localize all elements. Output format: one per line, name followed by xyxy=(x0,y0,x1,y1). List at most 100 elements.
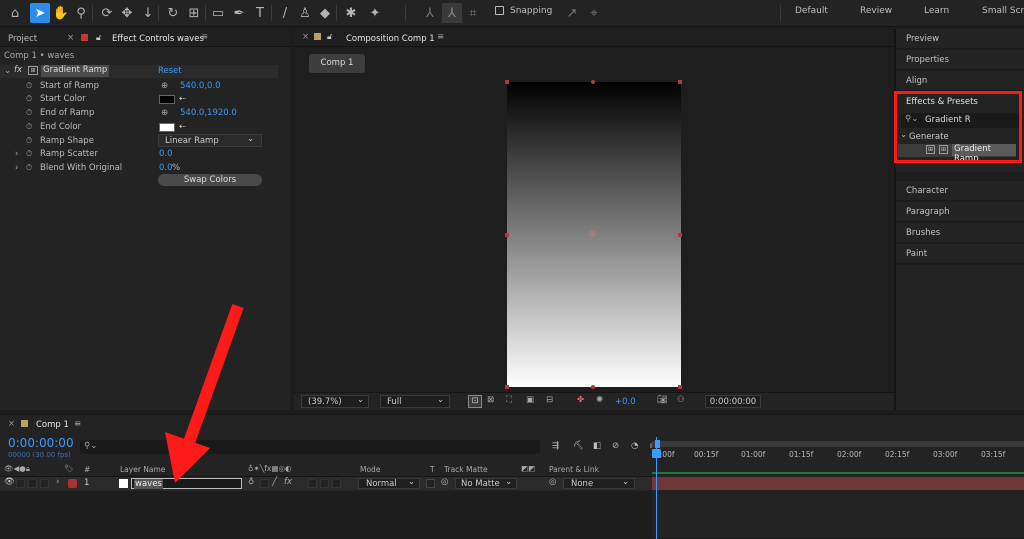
rectangle-tool-icon[interactable]: ▭ xyxy=(208,3,228,23)
motion-blur-icon[interactable]: ◔ xyxy=(631,441,638,451)
zoom-tool-icon[interactable]: ⚲ xyxy=(71,3,91,23)
time-ruler[interactable]: 0:00f 00:15f 01:00f 01:15f 02:00f 02:15f… xyxy=(652,437,1024,477)
audio-toggle[interactable] xyxy=(16,479,25,488)
bound-handle[interactable] xyxy=(591,80,595,84)
frame-blend-switch[interactable] xyxy=(308,479,317,488)
eraser-tool-icon[interactable]: ◆ xyxy=(315,3,335,23)
panel-menu-icon[interactable]: ≡ xyxy=(201,32,208,42)
effect-mode-icon[interactable]: ⊞ xyxy=(28,66,38,75)
expand-chevron-icon[interactable]: › xyxy=(15,163,18,173)
bound-handle[interactable] xyxy=(505,233,509,237)
orbit-camera-icon[interactable]: ⟳ xyxy=(97,3,117,23)
snapping-checkbox[interactable] xyxy=(495,6,504,15)
work-area-bar[interactable] xyxy=(652,441,1024,447)
draft-3d-icon[interactable]: ⛏ xyxy=(573,441,584,451)
comp-timecode[interactable]: 0:00:00:00 xyxy=(705,395,761,408)
tab-composition[interactable]: Composition Comp 1 xyxy=(346,34,435,44)
tab-timeline-comp[interactable]: Comp 1 xyxy=(36,420,69,430)
bound-handle[interactable] xyxy=(505,80,509,84)
mask-visibility-icon[interactable]: ⛶ xyxy=(506,395,512,405)
prop-value[interactable]: 0.0 xyxy=(159,149,173,159)
snapshot-camera-icon[interactable]: 📷︎ xyxy=(657,395,668,405)
workspace-learn[interactable]: Learn xyxy=(924,6,949,16)
zoom-dropdown[interactable]: (39.7%) ⌄ xyxy=(301,395,369,408)
tab-project[interactable]: Project xyxy=(8,34,37,44)
local-axis-icon[interactable]: ⅄ xyxy=(420,3,440,23)
shy-layers-icon[interactable]: ◧ xyxy=(593,441,601,451)
expand-chevron-icon[interactable]: › xyxy=(56,477,59,487)
eyedropper-icon[interactable]: ⇠ xyxy=(179,94,186,104)
pan-camera-icon[interactable]: ✥ xyxy=(117,3,137,23)
blend-mode-dropdown[interactable]: Normal ⌄ xyxy=(358,477,420,489)
adjustment-switch[interactable] xyxy=(332,479,341,488)
eyedropper-icon[interactable]: ⇠ xyxy=(179,122,186,132)
lock-toggle[interactable] xyxy=(40,479,49,488)
anchor-point-icon[interactable]: ⊕ xyxy=(588,229,596,240)
panel-brushes[interactable]: Brushes xyxy=(896,223,1024,243)
stopwatch-icon[interactable]: ⏱ xyxy=(26,108,32,118)
channel-icon[interactable]: ✤ xyxy=(577,395,584,405)
collapse-switch[interactable] xyxy=(260,479,269,488)
collapse-chevron-icon[interactable]: ⌄ xyxy=(4,66,11,76)
close-tab-icon[interactable]: × xyxy=(302,32,309,42)
stopwatch-icon[interactable]: ⏱ xyxy=(26,122,32,132)
panel-character[interactable]: Character xyxy=(896,181,1024,201)
swap-colors-button[interactable]: Swap Colors xyxy=(158,174,262,186)
crosshair-icon[interactable]: ⊕ xyxy=(161,81,168,91)
stopwatch-icon[interactable]: ⏱ xyxy=(26,136,32,146)
crosshair-icon[interactable]: ⊕ xyxy=(161,108,168,118)
tab-effect-controls[interactable]: Effect Controls waves xyxy=(112,34,204,44)
resolution-dropdown[interactable]: Full ⌄ xyxy=(380,395,450,408)
close-tab-icon[interactable]: × xyxy=(67,33,74,43)
bound-handle[interactable] xyxy=(678,80,682,84)
lock-icon[interactable]: 🔓︎ xyxy=(327,32,333,42)
stopwatch-icon[interactable]: ⏱ xyxy=(26,163,32,173)
layer-row[interactable]: 👁︎ › 1 waves ♁ ╱ fx Normal ⌄ ◎ No Matte … xyxy=(0,477,652,490)
panel-paragraph[interactable]: Paragraph xyxy=(896,202,1024,222)
close-tab-icon[interactable]: × xyxy=(8,419,15,429)
stopwatch-icon[interactable]: ⏱ xyxy=(26,81,32,91)
comp-mini-flowchart-icon[interactable]: ⇶ xyxy=(552,441,559,451)
color-management-icon[interactable]: ✺ xyxy=(596,395,603,405)
workspace-review[interactable]: Review xyxy=(860,6,892,16)
rotation-tool-icon[interactable]: ↻ xyxy=(163,3,183,23)
stopwatch-icon[interactable]: ⏱ xyxy=(26,94,32,104)
start-color-swatch[interactable] xyxy=(159,95,175,104)
track-matte-dropdown[interactable]: No Matte ⌄ xyxy=(455,477,517,489)
fx-icon[interactable]: fx xyxy=(14,65,22,75)
matte-link-icon[interactable]: ◎ xyxy=(441,477,448,487)
view-axis-icon[interactable]: ⌗ xyxy=(463,3,483,23)
bound-handle[interactable] xyxy=(678,233,682,237)
parent-pickwhip-icon[interactable]: ◎ xyxy=(549,477,556,487)
expand-chevron-icon[interactable]: › xyxy=(15,149,18,159)
exposure-value[interactable]: +0.0 xyxy=(615,397,636,407)
dolly-camera-icon[interactable]: ↓ xyxy=(138,3,158,23)
region-of-interest-icon[interactable]: ▣ xyxy=(526,395,534,405)
puppet-tool-icon[interactable]: ✦ xyxy=(365,3,385,23)
prop-value[interactable]: 540.0,0.0 xyxy=(180,81,221,91)
bound-handle[interactable] xyxy=(591,385,595,389)
effect-name[interactable]: Gradient Ramp xyxy=(41,65,110,77)
lock-icon[interactable]: 🔓︎ xyxy=(96,33,102,43)
parent-dropdown[interactable]: None ⌄ xyxy=(563,477,635,489)
panel-align[interactable]: Align xyxy=(896,71,1024,91)
motion-blur-switch[interactable] xyxy=(320,479,329,488)
panel-preview[interactable]: Preview xyxy=(896,29,1024,49)
selection-tool-icon[interactable]: ➤ xyxy=(30,3,50,23)
effects-switch-icon[interactable]: fx xyxy=(284,477,292,487)
stopwatch-icon[interactable]: ⏱ xyxy=(26,149,32,159)
ramp-shape-dropdown[interactable]: Linear Ramp ⌄ xyxy=(158,134,262,147)
frame-blending-icon[interactable]: ⊘ xyxy=(612,441,619,451)
type-tool-icon[interactable]: T xyxy=(250,3,270,23)
quality-switch-icon[interactable]: ╱ xyxy=(272,477,277,487)
bound-handle[interactable] xyxy=(505,385,509,389)
fast-previews-icon[interactable]: ⊡ xyxy=(468,395,482,408)
panel-menu-icon[interactable]: ≡ xyxy=(74,419,81,429)
timeline-search-input[interactable]: ⚲⌄ xyxy=(80,440,540,454)
world-axis-icon[interactable]: ⅄ xyxy=(442,3,462,23)
panel-properties[interactable]: Properties xyxy=(896,50,1024,70)
brush-tool-icon[interactable]: / xyxy=(275,3,295,23)
clone-stamp-tool-icon[interactable]: ♙ xyxy=(295,3,315,23)
prop-value[interactable]: 0.0 xyxy=(159,163,173,173)
roto-brush-tool-icon[interactable]: ✱ xyxy=(341,3,361,23)
